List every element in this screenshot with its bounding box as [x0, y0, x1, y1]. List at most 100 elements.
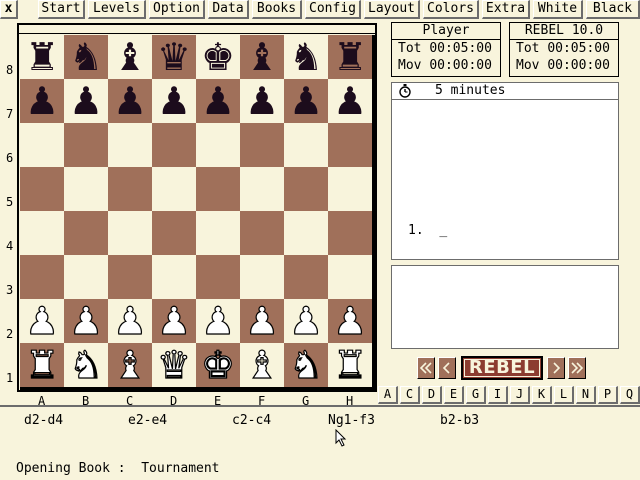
- black-pawn[interactable]: ♟: [284, 79, 328, 123]
- square-a1[interactable]: ♜: [20, 342, 64, 388]
- previous-move-button[interactable]: [438, 357, 456, 379]
- book-move[interactable]: b2-b3: [440, 413, 479, 429]
- square-e6[interactable]: [196, 123, 240, 167]
- black-pawn[interactable]: ♟: [328, 79, 372, 123]
- white-pawn[interactable]: ♟: [64, 298, 108, 343]
- square-h5[interactable]: [328, 167, 372, 211]
- square-f3[interactable]: [240, 255, 284, 299]
- black-pawn[interactable]: ♟: [152, 79, 196, 123]
- menu-levels[interactable]: Levels: [88, 0, 146, 19]
- menu-black[interactable]: Black: [586, 0, 640, 19]
- menu-config[interactable]: Config: [305, 0, 361, 19]
- white-knight[interactable]: ♞: [284, 342, 328, 387]
- square-g8[interactable]: ♞: [284, 35, 328, 79]
- black-pawn[interactable]: ♟: [196, 79, 240, 123]
- square-d3[interactable]: [152, 255, 196, 299]
- white-pawn[interactable]: ♟: [20, 298, 64, 343]
- black-queen[interactable]: ♛: [152, 35, 196, 79]
- square-e2[interactable]: ♟: [196, 298, 240, 344]
- menu-layout[interactable]: Layout: [364, 0, 420, 19]
- letter-button-n[interactable]: N: [576, 386, 596, 404]
- close-button[interactable]: x: [0, 0, 18, 19]
- white-knight[interactable]: ♞: [64, 342, 108, 387]
- square-d2[interactable]: ♟: [152, 298, 196, 344]
- square-c2[interactable]: ♟: [108, 298, 152, 344]
- letter-button-g[interactable]: G: [466, 386, 486, 404]
- square-e8[interactable]: ♚: [196, 35, 240, 79]
- white-bishop[interactable]: ♝: [240, 342, 284, 387]
- white-king[interactable]: ♚: [196, 342, 240, 387]
- square-c3[interactable]: [108, 255, 152, 299]
- square-c6[interactable]: [108, 123, 152, 167]
- book-move[interactable]: d2-d4: [24, 413, 63, 429]
- square-d4[interactable]: [152, 211, 196, 255]
- square-g2[interactable]: ♟: [284, 298, 328, 344]
- letter-button-j[interactable]: J: [510, 386, 530, 404]
- square-b4[interactable]: [64, 211, 108, 255]
- black-rook[interactable]: ♜: [20, 35, 64, 79]
- square-b6[interactable]: [64, 123, 108, 167]
- chess-board[interactable]: ♜ ♞ ♝ ♛ ♚ ♝ ♞ ♜ ♟ ♟ ♟ ♟ ♟ ♟ ♟ ♟ ♟ ♟ ♟ ♟ ♟ ♟ ♟ ♟ ♜ ♞ ♝ ♛ ♚ ♝ ♞ ♜: [20, 35, 375, 391]
- square-h1[interactable]: ♜: [328, 342, 372, 388]
- square-b7[interactable]: ♟: [64, 79, 108, 123]
- square-b5[interactable]: [64, 167, 108, 211]
- square-h4[interactable]: [328, 211, 372, 255]
- square-f8[interactable]: ♝: [240, 35, 284, 79]
- letter-button-d[interactable]: D: [422, 386, 442, 404]
- square-b2[interactable]: ♟: [64, 298, 108, 344]
- white-pawn[interactable]: ♟: [152, 298, 196, 343]
- book-move[interactable]: e2-e4: [128, 413, 167, 429]
- square-a5[interactable]: [20, 167, 64, 211]
- menu-white[interactable]: White: [533, 0, 583, 19]
- white-pawn[interactable]: ♟: [108, 298, 152, 343]
- book-move[interactable]: c2-c4: [232, 413, 271, 429]
- letter-button-k[interactable]: K: [532, 386, 552, 404]
- square-h7[interactable]: ♟: [328, 79, 372, 123]
- square-a7[interactable]: ♟: [20, 79, 64, 123]
- square-g1[interactable]: ♞: [284, 342, 328, 388]
- menu-start[interactable]: Start: [38, 0, 85, 19]
- black-knight[interactable]: ♞: [284, 35, 328, 79]
- square-e1[interactable]: ♚: [196, 342, 240, 388]
- square-c1[interactable]: ♝: [108, 342, 152, 388]
- square-d6[interactable]: [152, 123, 196, 167]
- white-pawn[interactable]: ♟: [196, 298, 240, 343]
- menu-colors[interactable]: Colors: [423, 0, 479, 19]
- menu-option[interactable]: Option: [149, 0, 205, 19]
- square-h3[interactable]: [328, 255, 372, 299]
- square-f6[interactable]: [240, 123, 284, 167]
- last-move-button[interactable]: [568, 357, 586, 379]
- white-rook[interactable]: ♜: [328, 342, 372, 387]
- square-e4[interactable]: [196, 211, 240, 255]
- first-move-button[interactable]: [417, 357, 435, 379]
- black-rook[interactable]: ♜: [328, 35, 372, 79]
- letter-button-i[interactable]: I: [488, 386, 508, 404]
- square-g7[interactable]: ♟: [284, 79, 328, 123]
- square-g5[interactable]: [284, 167, 328, 211]
- book-move[interactable]: Ng1-f3: [328, 413, 375, 429]
- square-h8[interactable]: ♜: [328, 35, 372, 79]
- square-f7[interactable]: ♟: [240, 79, 284, 123]
- square-b8[interactable]: ♞: [64, 35, 108, 79]
- square-e5[interactable]: [196, 167, 240, 211]
- white-rook[interactable]: ♜: [20, 342, 64, 387]
- white-bishop[interactable]: ♝: [108, 342, 152, 387]
- square-d1[interactable]: ♛: [152, 342, 196, 388]
- square-c7[interactable]: ♟: [108, 79, 152, 123]
- square-g4[interactable]: [284, 211, 328, 255]
- white-queen[interactable]: ♛: [152, 342, 196, 387]
- square-a6[interactable]: [20, 123, 64, 167]
- letter-button-c[interactable]: C: [400, 386, 420, 404]
- square-b3[interactable]: [64, 255, 108, 299]
- square-e7[interactable]: ♟: [196, 79, 240, 123]
- square-a4[interactable]: [20, 211, 64, 255]
- white-pawn[interactable]: ♟: [284, 298, 328, 343]
- move-list[interactable]: 5 minutes 1. _: [391, 82, 619, 260]
- square-b1[interactable]: ♞: [64, 342, 108, 388]
- white-pawn[interactable]: ♟: [240, 298, 284, 343]
- square-f1[interactable]: ♝: [240, 342, 284, 388]
- square-g6[interactable]: [284, 123, 328, 167]
- menu-books[interactable]: Books: [252, 0, 302, 19]
- square-a2[interactable]: ♟: [20, 298, 64, 344]
- square-a8[interactable]: ♜: [20, 35, 64, 79]
